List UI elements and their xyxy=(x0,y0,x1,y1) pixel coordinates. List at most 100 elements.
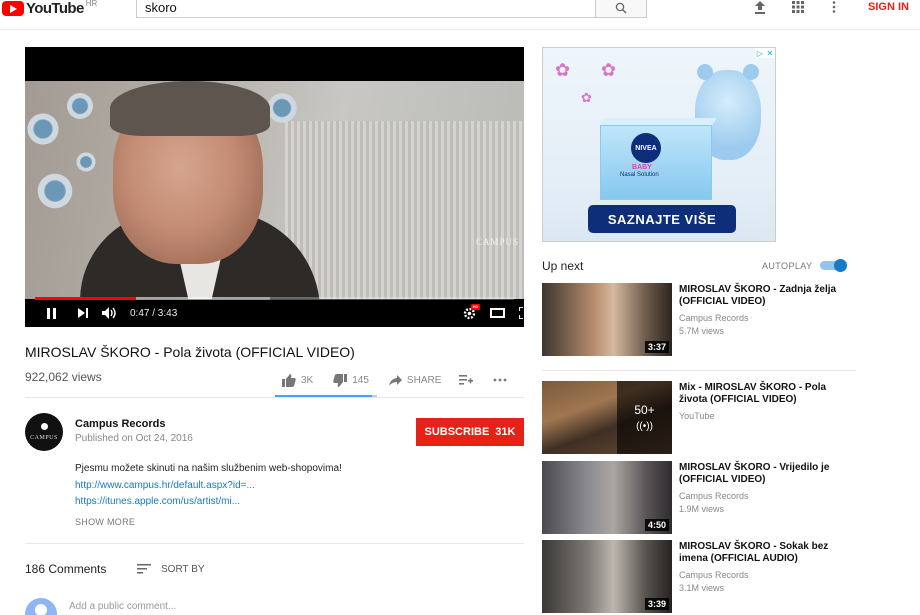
channel-avatar[interactable]: CAMPUS xyxy=(25,413,63,451)
subscribe-button[interactable]: SUBSCRIBE 31K xyxy=(416,418,524,446)
adchoices-icon: ▷ xyxy=(756,48,763,58)
video-player[interactable]: CAMPUS 0:47 / 3:43 HD xyxy=(25,47,524,327)
video-thumbnail[interactable]: 3:37 xyxy=(542,283,672,356)
radio-icon: ((•)) xyxy=(636,421,653,432)
volume-button[interactable] xyxy=(102,305,120,321)
youtube-logo-icon xyxy=(2,0,24,16)
up-next-video[interactable]: 4:50 MIROSLAV ŠKORO - Vrijedilo je (OFFI… xyxy=(542,461,862,536)
video-duration: 4:50 xyxy=(644,519,669,531)
divider xyxy=(25,543,524,544)
more-actions-button[interactable] xyxy=(493,378,507,382)
sign-in-button[interactable]: SIGN IN xyxy=(868,1,909,13)
ad-product: Nasal Solution xyxy=(620,172,659,178)
share-icon xyxy=(388,374,402,386)
ad-sub: BABY xyxy=(632,164,652,171)
channel-watermark: CAMPUS xyxy=(476,237,520,247)
sort-icon xyxy=(137,564,151,574)
video-channel: Campus Records xyxy=(679,570,749,580)
divider xyxy=(25,397,524,398)
adchoices-badge[interactable]: ▷ ✕ xyxy=(755,48,775,58)
apps-button[interactable] xyxy=(788,0,808,15)
apps-icon xyxy=(792,1,804,13)
video-duration: 3:39 xyxy=(644,598,669,610)
search-icon xyxy=(615,2,627,14)
fullscreen-icon xyxy=(519,307,523,319)
volume-icon xyxy=(102,307,116,319)
user-avatar xyxy=(25,598,57,615)
search-input[interactable]: skoro xyxy=(136,0,596,18)
like-button[interactable]: 3K xyxy=(282,373,314,387)
up-next-label: Up next xyxy=(542,259,584,273)
show-more-button[interactable]: SHOW MORE xyxy=(75,517,135,527)
thumb-down-icon xyxy=(333,373,348,387)
mix-overlay: 50+ ((•)) xyxy=(617,381,672,454)
pause-button[interactable] xyxy=(47,305,59,321)
add-to-playlist-button[interactable] xyxy=(459,374,474,386)
progress-played xyxy=(35,297,136,300)
time-display: 0:47 / 3:43 xyxy=(130,307,178,319)
subscriber-count: 31K xyxy=(495,426,516,438)
video-title[interactable]: MIROSLAV ŠKORO - Sokak bez imena (OFFICI… xyxy=(679,541,844,565)
video-duration: 3:37 xyxy=(644,341,669,353)
video-channel: Campus Records xyxy=(679,313,749,323)
dislike-count: 145 xyxy=(352,374,369,386)
more-horiz-icon xyxy=(493,378,507,382)
video-thumbnail[interactable]: 3:39 xyxy=(542,540,672,613)
avatar-text: CAMPUS xyxy=(30,435,58,441)
theater-icon xyxy=(490,308,505,318)
more-button[interactable] xyxy=(824,0,844,15)
butterfly-icon: ✿ xyxy=(581,90,592,105)
youtube-logo[interactable]: YouTube HR xyxy=(2,0,98,17)
description-link[interactable]: https://itunes.apple.com/us/artist/mi... xyxy=(75,496,240,507)
comment-input[interactable]: Add a public comment... xyxy=(69,601,176,612)
up-next-video[interactable]: 3:37 MIROSLAV ŠKORO - Zadnja želja (OFFI… xyxy=(542,283,862,358)
mix-playlist[interactable]: 50+ ((•)) Mix - MIROSLAV ŠKORO - Pola ži… xyxy=(542,381,862,456)
autoplay-toggle[interactable] xyxy=(820,259,848,272)
video-title[interactable]: MIROSLAV ŠKORO - Zadnja želja (OFFICIAL … xyxy=(679,284,844,308)
video-channel: Campus Records xyxy=(679,491,749,501)
add-to-playlist-icon xyxy=(459,374,474,385)
ad-banner[interactable]: ▷ ✕ ✿ ✿ ✿ NIVEA BABY Nasal Solution SAZN… xyxy=(542,47,776,242)
thumb-up-icon xyxy=(282,373,296,387)
sort-by-label: SORT BY xyxy=(161,563,205,575)
subscribe-label: SUBSCRIBE xyxy=(424,426,490,438)
video-views: 5.7M views xyxy=(679,326,725,336)
video-title: MIROSLAV ŠKORO - Pola života (OFFICIAL V… xyxy=(25,344,355,360)
butterfly-icon: ✿ xyxy=(601,60,617,80)
progress-bar[interactable] xyxy=(35,297,514,300)
mix-count: 50+ xyxy=(634,403,655,417)
channel-name[interactable]: Campus Records xyxy=(75,418,165,430)
ad-cta-button[interactable]: SAZNAJTE VIŠE xyxy=(588,205,736,233)
sort-by-button[interactable]: SORT BY xyxy=(137,562,205,576)
pause-icon xyxy=(47,307,50,319)
fullscreen-button[interactable] xyxy=(519,305,524,321)
next-button[interactable] xyxy=(78,305,92,321)
published-date: Published on Oct 24, 2016 xyxy=(75,433,193,444)
up-next-video[interactable]: 3:39 MIROSLAV ŠKORO - Sokak bez imena (O… xyxy=(542,540,862,615)
upload-icon xyxy=(755,0,765,14)
comments-count: 186 Comments xyxy=(25,562,107,576)
dislike-button[interactable]: 145 xyxy=(333,373,369,387)
butterfly-icon: ✿ xyxy=(555,60,571,80)
video-frame xyxy=(25,81,524,299)
video-thumbnail[interactable]: 50+ ((•)) xyxy=(542,381,672,454)
logo-region: HR xyxy=(85,0,98,8)
like-count: 3K xyxy=(301,374,314,386)
share-label: SHARE xyxy=(406,374,442,386)
logo-text: YouTube xyxy=(26,0,84,17)
close-icon[interactable]: ✕ xyxy=(767,49,774,58)
ad-brand: NIVEA xyxy=(631,133,661,163)
description-link[interactable]: http://www.campus.hr/default.aspx?id=... xyxy=(75,480,255,491)
skip-next-icon xyxy=(78,308,88,318)
video-channel: YouTube xyxy=(679,411,715,421)
upload-button[interactable] xyxy=(750,0,770,15)
video-views: 3.1M views xyxy=(679,583,725,593)
search-button[interactable] xyxy=(596,0,647,18)
share-button[interactable]: SHARE xyxy=(388,374,442,386)
video-thumbnail[interactable]: 4:50 xyxy=(542,461,672,534)
video-views: 1.9M views xyxy=(679,504,725,514)
theater-mode-button[interactable] xyxy=(490,305,508,321)
video-title[interactable]: MIROSLAV ŠKORO - Vrijedilo je (OFFICIAL … xyxy=(679,462,844,486)
masthead: YouTube HR skoro SIGN IN xyxy=(0,0,920,30)
video-title[interactable]: Mix - MIROSLAV ŠKORO - Pola života (OFFI… xyxy=(679,382,844,406)
